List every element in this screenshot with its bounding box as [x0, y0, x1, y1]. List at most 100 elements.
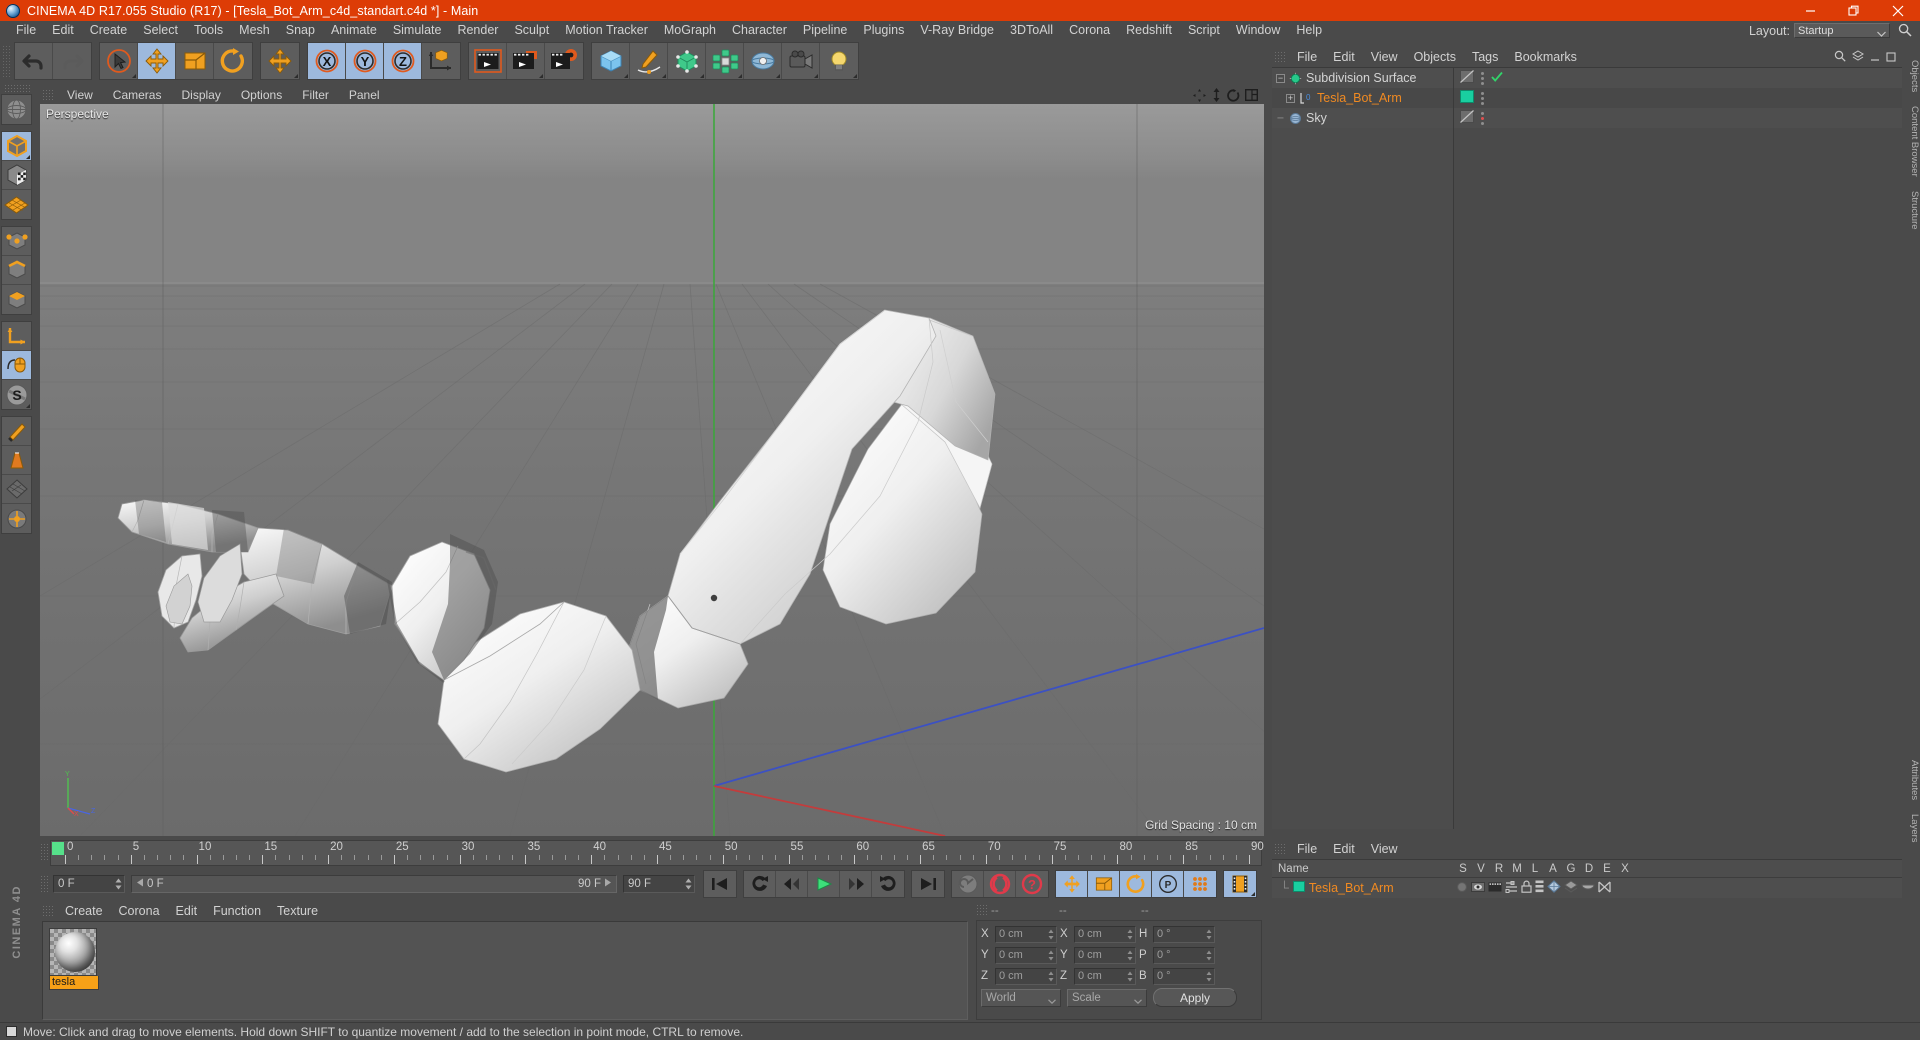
add-array-button[interactable] — [706, 43, 744, 79]
menu-edit[interactable]: Edit — [44, 21, 82, 40]
search-icon[interactable] — [1834, 50, 1846, 65]
undo-button[interactable] — [15, 43, 53, 79]
menu-sculpt[interactable]: Sculpt — [506, 21, 557, 40]
go-to-start-button[interactable] — [704, 871, 736, 897]
eye-icon[interactable] — [1471, 881, 1485, 896]
attribute-row-tesla-bot-arm[interactable]: └ Tesla_Bot_Arm — [1272, 878, 1902, 898]
menu-corona[interactable]: Corona — [1061, 21, 1118, 40]
transport-grip[interactable] — [40, 875, 49, 893]
list-icon[interactable] — [1535, 880, 1544, 896]
play-backwards-button[interactable] — [744, 871, 776, 897]
key-scale-button[interactable] — [1088, 871, 1120, 897]
snap-button[interactable]: S — [2, 380, 31, 409]
edge-tab-objects[interactable]: Objects — [1904, 60, 1920, 92]
preview-end-field[interactable]: 90 F — [623, 875, 695, 893]
viewport-menu-options[interactable]: Options — [231, 86, 292, 104]
maximize-view-icon[interactable] — [1244, 88, 1259, 104]
coord-rot-b-input[interactable]: 0 ° — [1153, 967, 1215, 985]
spinner-icon[interactable] — [1127, 929, 1133, 940]
menu-motion-tracker[interactable]: Motion Tracker — [557, 21, 656, 40]
quantize-button[interactable] — [2, 504, 31, 533]
timeline-button[interactable] — [1224, 871, 1256, 897]
display-icon[interactable] — [1581, 881, 1595, 896]
material-list[interactable]: tesla — [42, 921, 968, 1020]
viewport-menu-view[interactable]: View — [57, 86, 103, 104]
menu-animate[interactable]: Animate — [323, 21, 385, 40]
coord-size-y-input[interactable]: 0 cm — [1074, 946, 1136, 964]
om-menu-bookmarks[interactable]: Bookmarks — [1506, 48, 1585, 67]
viewport-menu-display[interactable]: Display — [171, 86, 230, 104]
spinner-icon[interactable] — [115, 878, 122, 890]
menu-plugins[interactable]: Plugins — [855, 21, 912, 40]
pan-icon[interactable] — [1193, 88, 1206, 105]
menu-help[interactable]: Help — [1288, 21, 1330, 40]
layout-search-icon[interactable] — [1898, 23, 1912, 40]
edge-tab-layers[interactable]: Layers — [1904, 814, 1920, 843]
add-spline-button[interactable] — [630, 43, 668, 79]
rotate-icon[interactable] — [1227, 88, 1240, 105]
layout-select[interactable]: Startup — [1794, 23, 1890, 38]
current-frame-field[interactable]: 0 F — [53, 875, 125, 893]
attribute-manager-grip[interactable] — [1274, 843, 1285, 856]
mm-menu-function[interactable]: Function — [205, 902, 269, 921]
workplane-button[interactable] — [2, 190, 31, 219]
tag-row[interactable] — [1454, 68, 1902, 88]
menu-script[interactable]: Script — [1180, 21, 1228, 40]
timeline-grip[interactable] — [40, 843, 49, 861]
live-selection-button[interactable] — [100, 43, 138, 79]
om-menu-tags[interactable]: Tags — [1464, 48, 1506, 67]
coord-pos-z-input[interactable]: 0 cm — [995, 967, 1057, 985]
rotate-button[interactable] — [214, 43, 252, 79]
render-settings-button[interactable] — [545, 43, 583, 79]
lock-y-button[interactable]: Y — [346, 43, 384, 79]
menu-character[interactable]: Character — [724, 21, 795, 40]
coord-pos-y-input[interactable]: 0 cm — [995, 946, 1057, 964]
apply-button[interactable]: Apply — [1153, 988, 1237, 1007]
lock-icon[interactable] — [1521, 880, 1532, 896]
edge-tab-content-browser[interactable]: Content Browser — [1904, 106, 1920, 177]
texture-mode-button[interactable] — [2, 161, 31, 190]
object-manager-grip[interactable] — [1274, 51, 1285, 64]
menu-3dtoall[interactable]: 3DToAll — [1002, 21, 1061, 40]
step-forward-button[interactable] — [840, 871, 872, 897]
mm-menu-create[interactable]: Create — [57, 902, 111, 921]
material-manager-grip[interactable] — [42, 905, 53, 918]
add-cube-button[interactable] — [592, 43, 630, 79]
menu-create[interactable]: Create — [82, 21, 136, 40]
scale-button[interactable] — [176, 43, 214, 79]
redo-button[interactable] — [53, 43, 91, 79]
loop-button[interactable] — [872, 871, 904, 897]
key-position-button[interactable] — [1056, 871, 1088, 897]
coord-rot-h-input[interactable]: 0 ° — [1153, 925, 1215, 943]
world-object-coord-button[interactable] — [422, 43, 460, 79]
menu-snap[interactable]: Snap — [278, 21, 323, 40]
range-left-arrow-icon[interactable] — [136, 878, 144, 890]
spinner-icon[interactable] — [1127, 950, 1133, 961]
tag-row[interactable] — [1454, 108, 1902, 128]
frame-range-slider[interactable]: 0 F 90 F — [131, 875, 617, 893]
coordinates-grip[interactable] — [976, 904, 987, 917]
viewport-grip[interactable] — [42, 88, 53, 102]
layers-icon[interactable] — [1852, 50, 1864, 65]
maximize-button[interactable] — [1832, 0, 1876, 21]
object-row-subdivision-surface[interactable]: − Subdivision Surface — [1272, 68, 1453, 88]
mm-menu-edit[interactable]: Edit — [168, 902, 206, 921]
viewport-3d[interactable]: Perspective Grid Spacing : 10 cm Y Z X — [40, 104, 1264, 836]
menu-simulate[interactable]: Simulate — [385, 21, 450, 40]
spinner-icon[interactable] — [1048, 971, 1054, 982]
render-icon[interactable] — [1488, 881, 1502, 896]
coord-pos-x-input[interactable]: 0 cm — [995, 925, 1057, 943]
object-row-sky[interactable]: − Sky — [1272, 108, 1453, 128]
viewport-menu-panel[interactable]: Panel — [339, 86, 390, 104]
om-menu-objects[interactable]: Objects — [1406, 48, 1464, 67]
spinner-icon[interactable] — [1206, 950, 1212, 961]
lock-x-button[interactable]: X — [308, 43, 346, 79]
model-mode-button[interactable] — [2, 132, 31, 161]
circle-icon[interactable] — [1456, 881, 1468, 896]
menu-file[interactable]: File — [8, 21, 44, 40]
spinner-icon[interactable] — [1048, 929, 1054, 940]
tag-swatch-diagonal[interactable] — [1460, 70, 1474, 86]
om-menu-file[interactable]: File — [1289, 48, 1325, 67]
minimize-panel-icon[interactable] — [1870, 51, 1880, 65]
edge-tab-attributes[interactable]: Attributes — [1904, 760, 1920, 800]
